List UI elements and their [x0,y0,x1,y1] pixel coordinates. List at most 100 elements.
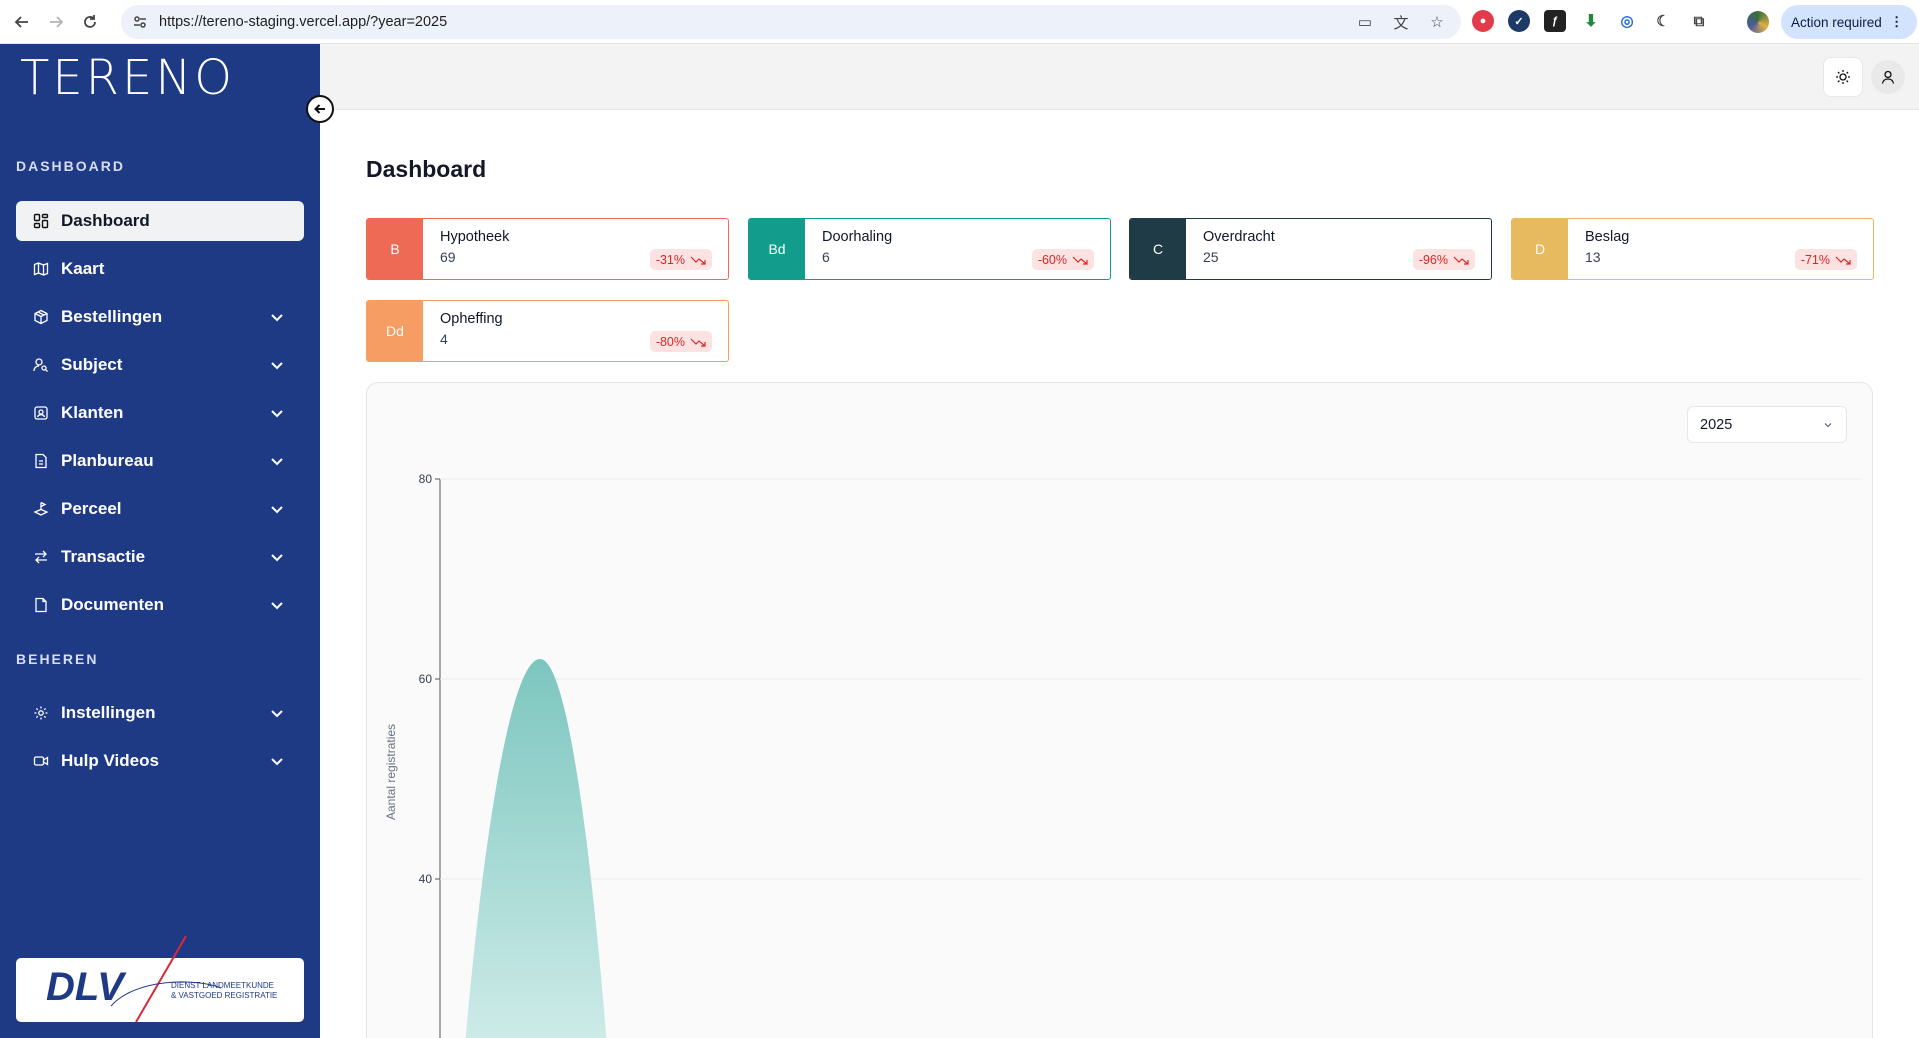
stat-value: 13 [1585,249,1601,265]
chevron-down-icon [271,362,283,370]
page-title: Dashboard [366,156,487,182]
stat-change-badge: -31% [649,249,712,270]
chevron-down-icon [271,314,283,322]
theme-toggle-button[interactable] [1823,57,1863,97]
sidebar-item-hulp-videos[interactable]: Hulp Videos [16,741,304,781]
url-text: https://tereno-staging.vercel.app/?year=… [159,14,448,30]
file-plan-icon [31,451,51,471]
stat-title: Opheffing [440,311,503,327]
address-bar[interactable]: https://tereno-staging.vercel.app/?year=… [121,5,1461,39]
action-required-button[interactable]: Action required ⋮ [1781,5,1917,39]
stat-card-hypotheek[interactable]: B Hypotheek 69 -31% [366,218,729,280]
sun-icon [1836,70,1850,84]
more-menu-icon: ⋮ [1889,14,1904,29]
action-required-label: Action required [1791,14,1882,30]
extension-icon[interactable]: ● [1472,10,1494,32]
app-logo: TERENO [20,50,236,106]
chart-area-series[interactable] [462,659,610,1038]
sidebar-item-label: Perceel [61,499,122,518]
sidebar-item-label: Instellingen [61,703,156,722]
extension-script-icon[interactable]: ƒ [1544,10,1566,32]
sidebar: TERENO DASHBOARD Dashboard Kaart Bestell… [0,44,320,1038]
extension-moon-icon[interactable]: ☾ [1652,10,1674,32]
trending-down-icon [1453,256,1469,265]
sidebar-item-label: Bestellingen [61,307,163,326]
stat-change-badge: -71% [1794,249,1857,270]
stat-badge: C [1130,219,1186,279]
arrow-left-circle-icon [314,104,325,114]
stat-value: 25 [1203,249,1219,265]
stat-change-value: -71% [1800,252,1830,267]
chevron-down-icon [271,710,283,718]
chart-y-tick-label: 40 [419,872,433,886]
sidebar-item-transactie[interactable]: Transactie [16,537,304,577]
extension-check-icon[interactable]: ✓ [1508,10,1530,32]
extension-download-icon[interactable]: ⬇ [1580,10,1602,32]
registrations-chart: 80 60 40 [419,472,1861,1038]
sidebar-item-dashboard[interactable]: Dashboard [16,201,304,241]
back-icon[interactable] [10,10,34,34]
bookmark-star-icon[interactable]: ☆ [1427,12,1447,32]
user-search-icon [31,355,51,375]
translate-icon[interactable]: 文 [1391,12,1411,32]
sidebar-item-kaart[interactable]: Kaart [16,249,304,289]
chevron-down-icon [271,458,283,466]
stat-title: Overdracht [1203,229,1275,245]
site-settings-icon[interactable] [131,13,149,31]
stat-card-beslag[interactable]: D Beslag 13 -71% [1511,218,1874,280]
sidebar-item-bestellingen[interactable]: Bestellingen [16,297,304,337]
sidebar-item-documenten[interactable]: Documenten [16,585,304,625]
sidebar-item-label: Transactie [61,547,146,566]
stat-change-value: -60% [1037,252,1067,267]
user-icon [1881,70,1895,84]
stat-badge: Bd [749,219,805,279]
trending-down-icon [690,256,706,265]
extensions-puzzle-icon[interactable]: ⧉ [1688,10,1710,32]
stat-change-badge: -60% [1031,249,1094,270]
trending-down-icon [690,338,706,347]
reload-icon[interactable] [78,10,102,34]
package-icon [31,307,51,327]
sidebar-item-planbureau[interactable]: Planbureau [16,441,304,481]
section-label-dashboard: DASHBOARD [16,158,125,174]
stat-badge: B [367,219,423,279]
sidebar-item-label: Hulp Videos [61,751,159,770]
chevron-down-icon [271,758,283,766]
sidebar-collapse-button[interactable] [306,95,334,123]
stat-title: Beslag [1585,229,1630,245]
user-menu-button[interactable] [1871,60,1905,94]
stat-value: 69 [440,249,456,265]
chevron-down-icon [271,602,283,610]
sidebar-item-label: Planbureau [61,451,154,470]
stat-change-badge: -96% [1412,249,1475,270]
stat-card-doorhaling[interactable]: Bd Doorhaling 6 -60% [748,218,1111,280]
browser-profile-avatar[interactable] [1747,11,1769,33]
settings-icon [31,703,51,723]
extension-globe-icon[interactable]: ◎ [1616,10,1638,32]
chart-y-tick-label: 60 [419,672,433,686]
sidebar-item-klanten[interactable]: Klanten [16,393,304,433]
stat-card-opheffing[interactable]: Dd Opheffing 4 -80% [366,300,729,362]
trending-down-icon [1072,256,1088,265]
chart-y-tick-label: 80 [419,472,433,486]
cast-icon[interactable]: ▭ [1355,12,1375,32]
contact-icon [31,403,51,423]
stat-title: Doorhaling [822,229,893,245]
chevron-down-icon [271,506,283,514]
chart-y-axis-label: Aantal registraties [384,723,398,820]
sidebar-item-subject[interactable]: Subject [16,345,304,385]
dlv-logo-line1: DIENST LANDMEETKUNDE [171,981,274,990]
grid-icon [31,211,51,231]
chevron-down-icon [271,554,283,562]
top-header [320,44,1919,110]
dlv-logo-line2: & VASTGOED REGISTRATIE [171,991,277,1000]
stat-change-value: -80% [655,334,685,349]
section-label-beheren: BEHEREN [16,651,99,667]
stat-card-overdracht[interactable]: C Overdracht 25 -96% [1129,218,1492,280]
trending-down-icon [1835,256,1851,265]
land-plot-icon [31,499,51,519]
dlv-logo: DLV DIENST LANDMEETKUNDE & VASTGOED REGI… [16,935,304,1023]
sidebar-item-perceel[interactable]: Perceel [16,489,304,529]
forward-icon[interactable] [44,10,68,34]
sidebar-item-instellingen[interactable]: Instellingen [16,693,304,733]
